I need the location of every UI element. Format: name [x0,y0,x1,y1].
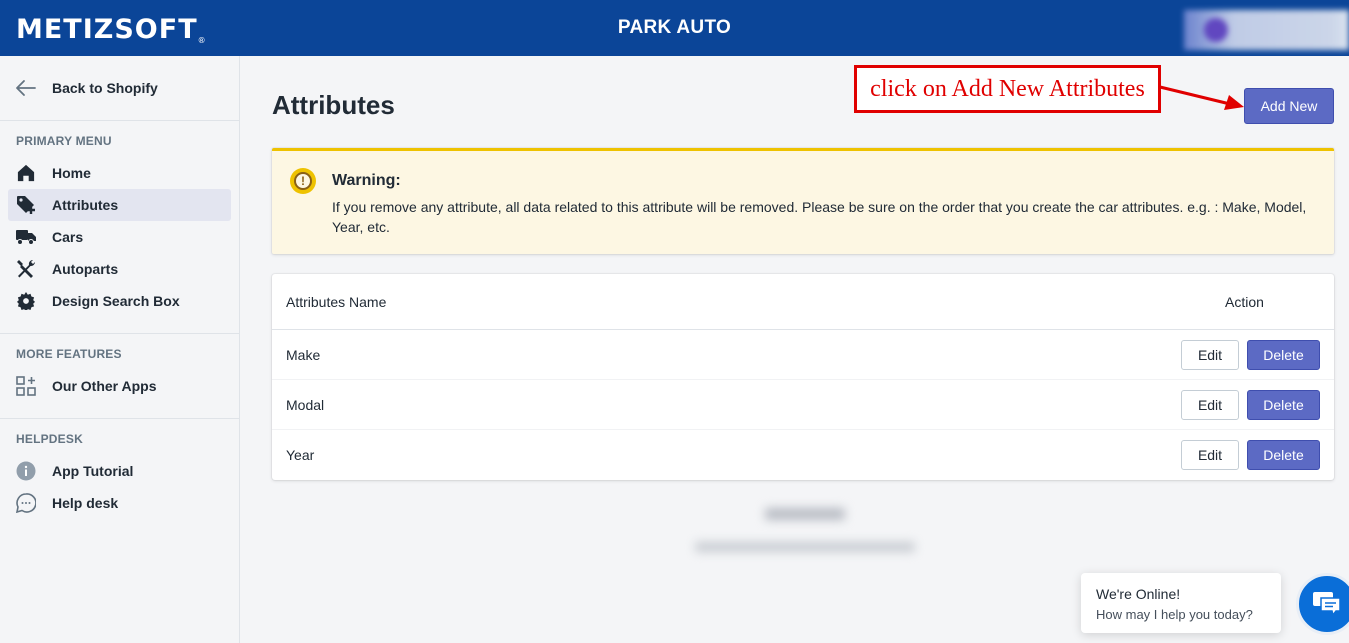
chat-launcher-button[interactable] [1296,573,1349,635]
sidebar-item-label: App Tutorial [52,463,134,479]
home-icon [16,163,36,183]
sidebar-item-autoparts[interactable]: Autoparts [8,253,231,285]
user-menu-blurred[interactable] [1184,10,1349,50]
chat-bubble-icon [16,493,36,513]
table-row: Modal Edit Delete [272,380,1334,430]
delete-button[interactable]: Delete [1247,390,1320,420]
table-header: Attributes Name Action [272,274,1334,330]
annotation-text: click on Add New Attributes [870,75,1145,102]
warning-icon: ! [290,168,316,194]
attribute-name: Modal [286,397,325,413]
sidebar-item-our-other-apps[interactable]: Our Other Apps [8,370,231,402]
sidebar-item-label: Our Other Apps [52,378,157,394]
apps-grid-icon [16,376,36,396]
sidebar-item-label: Help desk [52,495,119,511]
sidebar-divider [0,333,239,334]
sidebar-item-label: Design Search Box [52,293,180,309]
sidebar-item-cars[interactable]: Cars [8,221,231,253]
back-label: Back to Shopify [52,80,158,96]
sidebar-item-label: Cars [52,229,84,245]
column-header-name: Attributes Name [286,294,387,310]
edit-button[interactable]: Edit [1181,440,1239,470]
blurred-footer [680,490,930,580]
delete-button[interactable]: Delete [1247,340,1320,370]
gear-icon [16,291,36,311]
sidebar-item-attributes[interactable]: Attributes [8,189,231,221]
add-new-button[interactable]: Add New [1244,88,1334,124]
warning-banner: ! Warning: If you remove any attribute, … [272,148,1334,254]
section-primary-menu: PRIMARY MENU [16,134,112,148]
section-more-features: MORE FEATURES [16,347,122,361]
sidebar-item-help-desk[interactable]: Help desk [8,487,231,519]
instruction-annotation: click on Add New Attributes [854,65,1161,113]
sidebar-item-app-tutorial[interactable]: App Tutorial [8,455,231,487]
avatar [1204,18,1228,42]
table-row: Year Edit Delete [272,430,1334,480]
sidebar-item-design-search-box[interactable]: Design Search Box [8,285,231,317]
edit-button[interactable]: Edit [1181,340,1239,370]
annotation-arrow-icon [1159,85,1244,110]
page-title: Attributes [272,90,395,120]
warning-message: If you remove any attribute, all data re… [332,199,1307,235]
sidebar-item-label: Autoparts [52,261,119,277]
attribute-name: Make [286,347,321,363]
back-to-shopify-link[interactable]: Back to Shopify [14,76,158,100]
sidebar-item-home[interactable]: Home [8,157,231,189]
chat-icon [1313,592,1341,617]
sidebar-divider [0,418,239,419]
tag-plus-icon [16,195,36,215]
sidebar-item-label: Home [52,165,91,181]
tools-icon [16,259,36,279]
arrow-left-icon [14,76,38,100]
sidebar-divider [0,120,239,121]
attributes-table: Attributes Name Action Make Edit Delete … [272,274,1334,480]
sidebar: Back to Shopify PRIMARY MENU Home Attrib… [0,56,240,643]
edit-button[interactable]: Edit [1181,390,1239,420]
truck-icon [16,227,36,247]
attribute-name: Year [286,447,315,463]
chat-online-text: We're Online! [1096,586,1181,602]
table-row: Make Edit Delete [272,330,1334,380]
sidebar-item-label: Attributes [52,197,119,213]
store-title: PARK AUTO [617,17,732,38]
warning-title: Warning: [332,172,401,189]
info-icon [16,461,36,481]
chat-greeting-bubble[interactable]: We're Online! How may I help you today? [1081,573,1281,633]
column-header-action: Action [1225,294,1264,310]
chat-help-text: How may I help you today? [1096,607,1253,622]
delete-button[interactable]: Delete [1247,440,1320,470]
section-helpdesk: HELPDESK [16,432,83,446]
top-bar: METIZSOFT® PARK AUTO [0,0,1349,56]
